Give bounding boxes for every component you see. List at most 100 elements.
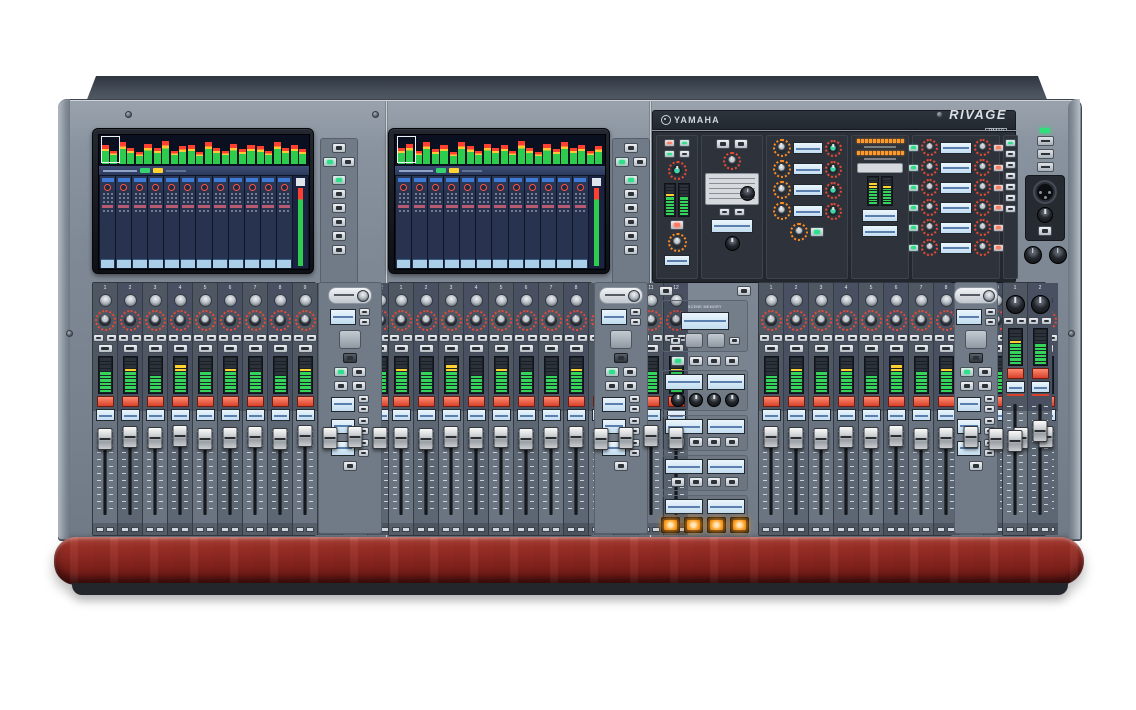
channel-encoder-knob[interactable] (541, 310, 562, 331)
footer-button[interactable] (887, 527, 895, 532)
fader-handle[interactable] (889, 425, 904, 447)
layer-down-button[interactable] (629, 405, 640, 413)
select-button[interactable] (772, 334, 783, 342)
fader-handle[interactable] (914, 428, 929, 450)
custom-layer-button[interactable] (352, 381, 366, 391)
eq-freq-knob[interactable] (974, 239, 991, 256)
sel-button[interactable] (123, 344, 138, 353)
screen-channel-strip[interactable] (492, 176, 507, 268)
phones-a-level-knob[interactable] (1024, 246, 1042, 264)
fader-handle[interactable] (569, 426, 584, 448)
sel-button[interactable] (889, 344, 904, 353)
assignable-knob[interactable] (707, 393, 721, 407)
footer-button[interactable] (1031, 527, 1039, 532)
send-level-knob[interactable] (773, 139, 791, 157)
on-button[interactable] (863, 396, 880, 407)
touch-and-turn-knob[interactable] (628, 290, 640, 302)
eq-gain-knob[interactable] (921, 139, 938, 156)
layer-down-button[interactable] (358, 405, 369, 413)
bottom-button[interactable] (969, 461, 983, 471)
sel-button[interactable] (789, 344, 804, 353)
channel-encoder-knob[interactable] (761, 310, 782, 331)
undo-button[interactable] (671, 356, 685, 366)
gain-encoder-knob[interactable] (815, 294, 828, 307)
cue-button[interactable] (414, 334, 425, 342)
home-button[interactable] (610, 330, 632, 349)
footer-button[interactable] (296, 527, 304, 532)
fader-handle[interactable] (469, 427, 484, 449)
usb-port[interactable] (1037, 136, 1054, 146)
trim-knob[interactable] (668, 233, 687, 252)
eq-band-on-button[interactable] (908, 184, 919, 192)
footer-button[interactable] (196, 527, 204, 532)
assignable-knob[interactable] (725, 393, 739, 407)
fader-handle[interactable] (764, 426, 779, 448)
user-defined-key[interactable] (689, 437, 703, 447)
screen-channel-strip[interactable] (412, 176, 427, 268)
channel-encoder-knob[interactable] (245, 310, 266, 331)
phantom-button[interactable] (664, 139, 675, 147)
dyn2-button[interactable] (734, 139, 748, 149)
screen-channel-strip[interactable] (396, 176, 411, 268)
fader-handle[interactable] (789, 427, 804, 449)
sel-button[interactable] (419, 344, 434, 353)
fader-handle[interactable] (964, 426, 979, 448)
custom-layer-button[interactable] (960, 381, 974, 391)
layer-up-button[interactable] (629, 395, 640, 403)
cue-button[interactable] (243, 334, 254, 342)
send-pan-knob[interactable] (825, 182, 842, 199)
fader-handle[interactable] (864, 427, 879, 449)
on-button[interactable] (468, 396, 485, 407)
eq-q-button[interactable] (993, 184, 1004, 192)
fader-handle[interactable] (939, 427, 954, 449)
cue-button[interactable] (464, 334, 475, 342)
cue-button[interactable] (193, 334, 204, 342)
gain-encoder-knob[interactable] (124, 294, 137, 307)
cue-button[interactable] (514, 334, 525, 342)
custom-layer-button[interactable] (978, 381, 992, 391)
gain-encoder-knob[interactable] (865, 294, 878, 307)
cue-button[interactable] (809, 334, 820, 342)
screen-channel-strip[interactable] (132, 176, 147, 268)
layer-select-button[interactable] (332, 175, 346, 185)
eq-q-button[interactable] (993, 224, 1004, 232)
cue-button[interactable] (564, 334, 575, 342)
footer-button[interactable] (231, 527, 239, 532)
monitor-button[interactable] (659, 286, 673, 296)
sel-button[interactable] (939, 344, 954, 353)
on-button[interactable] (568, 396, 585, 407)
channel-encoder-knob[interactable] (170, 310, 191, 331)
channel-encoder-knob[interactable] (441, 310, 462, 331)
screen-channel-strip[interactable] (509, 176, 524, 268)
fader-handle[interactable] (298, 425, 313, 447)
footer-button[interactable] (121, 527, 129, 532)
scene-recall-button[interactable] (707, 333, 725, 348)
user-defined-key[interactable] (725, 437, 739, 447)
footer-button[interactable] (146, 527, 154, 532)
fader-handle[interactable] (814, 428, 829, 450)
bank-down-button[interactable] (359, 318, 370, 326)
eq-type-button[interactable] (1005, 205, 1016, 213)
layer-up-button[interactable] (984, 395, 995, 403)
screen-channel-strip[interactable] (116, 176, 131, 268)
layer-down-button[interactable] (984, 449, 995, 457)
gain-encoder-knob[interactable] (520, 294, 533, 307)
eq-freq-knob[interactable] (974, 159, 991, 176)
custom-layer-button[interactable] (623, 381, 637, 391)
footer-button[interactable] (937, 527, 945, 532)
bottom-button[interactable] (614, 461, 628, 471)
user-defined-key[interactable] (707, 437, 721, 447)
fader-handle[interactable] (348, 426, 363, 448)
on-button[interactable] (763, 396, 780, 407)
user-defined-key-lit[interactable] (661, 517, 680, 533)
eq-gain-knob[interactable] (921, 159, 938, 176)
footer-button[interactable] (787, 527, 795, 532)
release-button[interactable] (734, 208, 745, 216)
footer-button[interactable] (156, 527, 164, 532)
select-button[interactable] (797, 334, 808, 342)
usb-port[interactable] (1037, 149, 1054, 159)
lamp-connector[interactable] (1037, 162, 1054, 172)
layer-select-button[interactable] (332, 231, 346, 241)
footer-button[interactable] (837, 527, 845, 532)
channel-encoder-knob[interactable] (416, 310, 437, 331)
